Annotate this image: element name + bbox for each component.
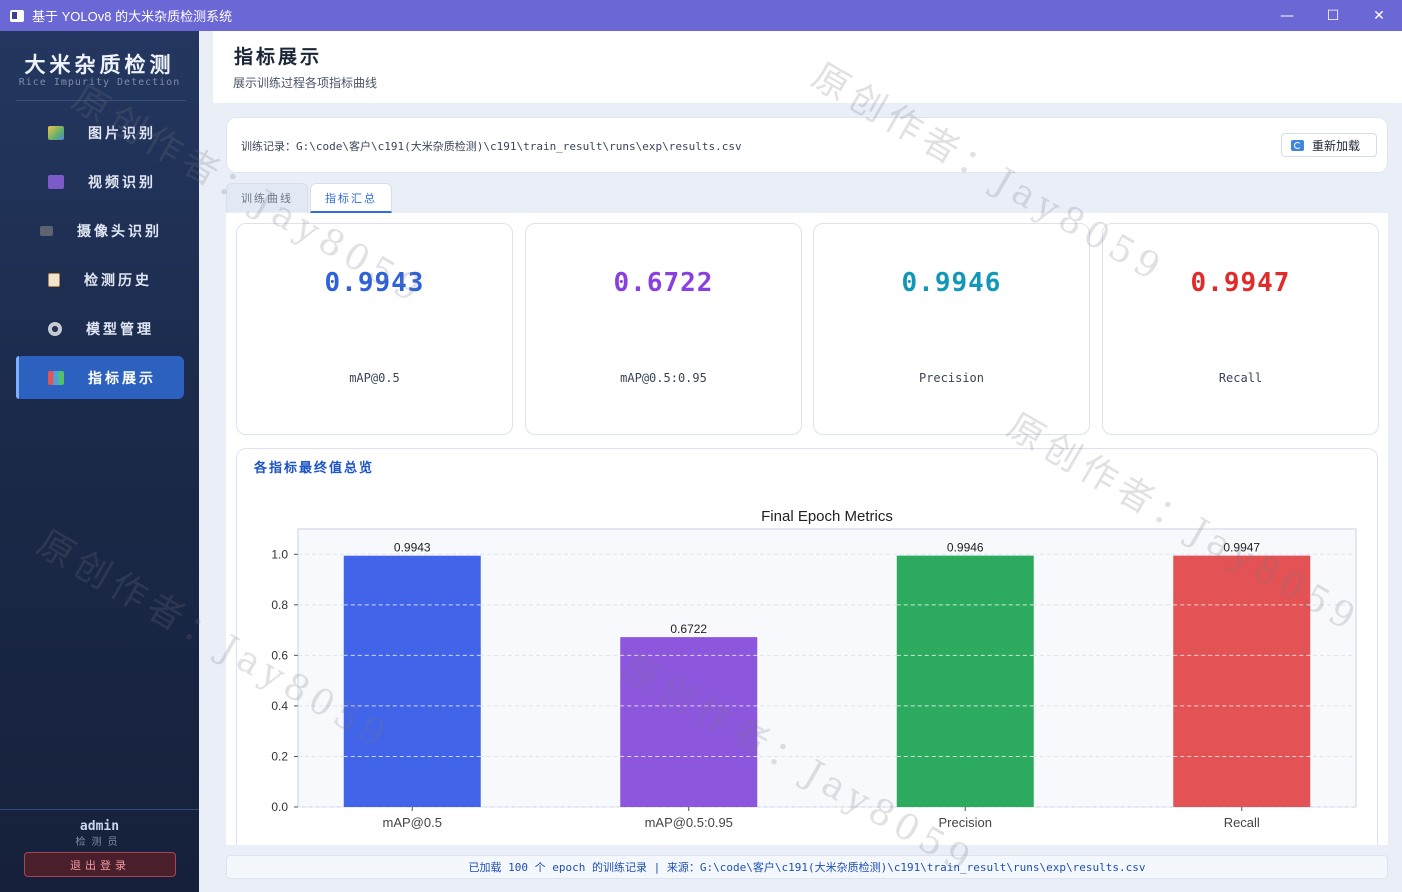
logout-button[interactable]: 退出登录 [24,852,176,877]
camera-icon [40,225,53,236]
sidebar-item-metrics[interactable]: 指标展示 [16,356,184,399]
reload-button[interactable]: 重新加载 [1281,133,1377,157]
page-subtitle: 展示训练过程各项指标曲线 [233,76,378,90]
metric-value: 0.9946 [901,268,1002,298]
brand-divider [16,100,186,101]
main-content: 指标展示 展示训练过程各项指标曲线 训练记录：G:\code\客户\c191(大… [199,31,1402,892]
x-tick-label: Precision [939,815,992,830]
metric-card-precision: 0.9946 Precision [813,223,1090,435]
window-controls: — ☐ ✕ [1264,0,1402,31]
final-epoch-metrics-chart: Final Epoch Metrics 0.0 0.2 0.4 0.6 0.8 1.0 0.9… [271,508,1357,830]
bar-value-label: 0.6722 [670,622,707,636]
bar [620,637,758,807]
window-title: 基于 YOLOv8 的大米杂质检测系统 [32,9,233,24]
y-tick-label: 1.0 [271,547,288,561]
minimize-button[interactable]: — [1264,0,1310,31]
metric-value: 0.9943 [324,268,425,298]
bar-value-label: 0.9947 [1223,541,1260,555]
training-record-path: 训练记录：G:\code\客户\c191(大米杂质检测)\c191\train_… [241,140,742,153]
metric-value: 0.9947 [1190,268,1291,298]
sidebar-item-camera-recognition[interactable]: 摄像头识别 [16,209,184,252]
image-icon [48,125,64,140]
metric-label: Precision [918,371,985,385]
bar-value-label: 0.9943 [394,541,431,555]
bar-value-label: 0.9946 [947,541,984,555]
y-tick-label: 0.0 [271,800,288,814]
sidebar-item-label: 指标展示 [88,370,156,387]
sidebar-item-label: 模型管理 [86,321,154,338]
sidebar-nav: 图片识别 视频识别 摄像头识别 检测历史 模型管理 指标展示 [16,111,184,405]
sidebar-item-label: 图片识别 [88,125,156,142]
user-name: admin [79,819,120,834]
user-role: 检测员 [75,837,124,848]
metric-label: mAP@0.5 [349,371,400,385]
brand-title: 大米杂质检测 [24,52,175,77]
reload-button-label: 重新加载 [1312,138,1361,153]
summary-title: 各指标最终值总览 [254,461,375,476]
bar [896,555,1034,807]
metric-value: 0.6722 [613,268,714,298]
page-header: 指标展示 展示训练过程各项指标曲线 [213,31,1402,103]
brand-subtitle: Rice Impurity Detection [18,77,181,88]
y-tick-label: 0.4 [271,699,288,713]
user-panel: admin 检测员 退出登录 [0,809,199,892]
tab-metrics-summary[interactable]: 指标汇总 [310,183,392,213]
maximize-button[interactable]: ☐ [1310,0,1356,31]
sidebar-item-label: 视频识别 [88,174,156,191]
gear-icon [48,321,62,336]
tab-training-curves[interactable]: 训练曲线 [226,183,308,212]
bar [343,555,481,807]
video-icon [48,174,64,189]
y-tick-label: 0.2 [271,749,288,763]
sidebar-item-label: 检测历史 [84,272,152,289]
refresh-icon [1291,139,1304,151]
tab-bar: 训练曲线 指标汇总 [226,183,394,213]
sidebar-item-history[interactable]: 检测历史 [16,258,184,301]
x-tick-label: mAP@0.5 [383,815,442,830]
app-icon [10,9,24,22]
final-metrics-summary: 各指标最终值总览 Final Epoch Metrics 0.0 0.2 0.4 0.6… [236,448,1378,845]
sidebar-item-video-recognition[interactable]: 视频识别 [16,160,184,203]
sidebar-item-image-recognition[interactable]: 图片识别 [16,111,184,154]
page-title: 指标展示 [234,46,323,68]
bar [1173,555,1311,807]
history-icon [48,272,60,287]
chart-title: Final Epoch Metrics [761,508,893,525]
y-tick-label: 0.8 [271,598,288,612]
x-tick-label: mAP@0.5:0.95 [645,815,733,830]
y-tick-label: 0.6 [271,648,288,662]
metric-card-map50: 0.9943 mAP@0.5 [236,223,513,435]
metric-label: Recall [1218,371,1263,385]
title-bar: 基于 YOLOv8 的大米杂质检测系统 — ☐ ✕ [0,0,1402,31]
training-record-bar: 训练记录：G:\code\客户\c191(大米杂质检测)\c191\train_… [226,117,1388,173]
sidebar-item-model-management[interactable]: 模型管理 [16,307,184,350]
chart-icon [48,370,64,385]
sidebar-item-label: 摄像头识别 [77,223,162,240]
metric-card-recall: 0.9947 Recall [1102,223,1379,435]
metrics-summary-panel: 0.9943 mAP@0.5 0.6722 mAP@0.5:0.95 0.994… [226,213,1388,845]
status-bar: 已加载 100 个 epoch 的训练记录 | 来源：G:\code\客户\c1… [226,855,1388,879]
close-button[interactable]: ✕ [1356,0,1402,31]
metric-label: mAP@0.5:0.95 [620,371,707,385]
sidebar: 大米杂质检测 Rice Impurity Detection 图片识别 视频识别… [0,31,199,892]
metric-card-map50-95: 0.6722 mAP@0.5:0.95 [525,223,802,435]
x-tick-label: Recall [1224,815,1260,830]
